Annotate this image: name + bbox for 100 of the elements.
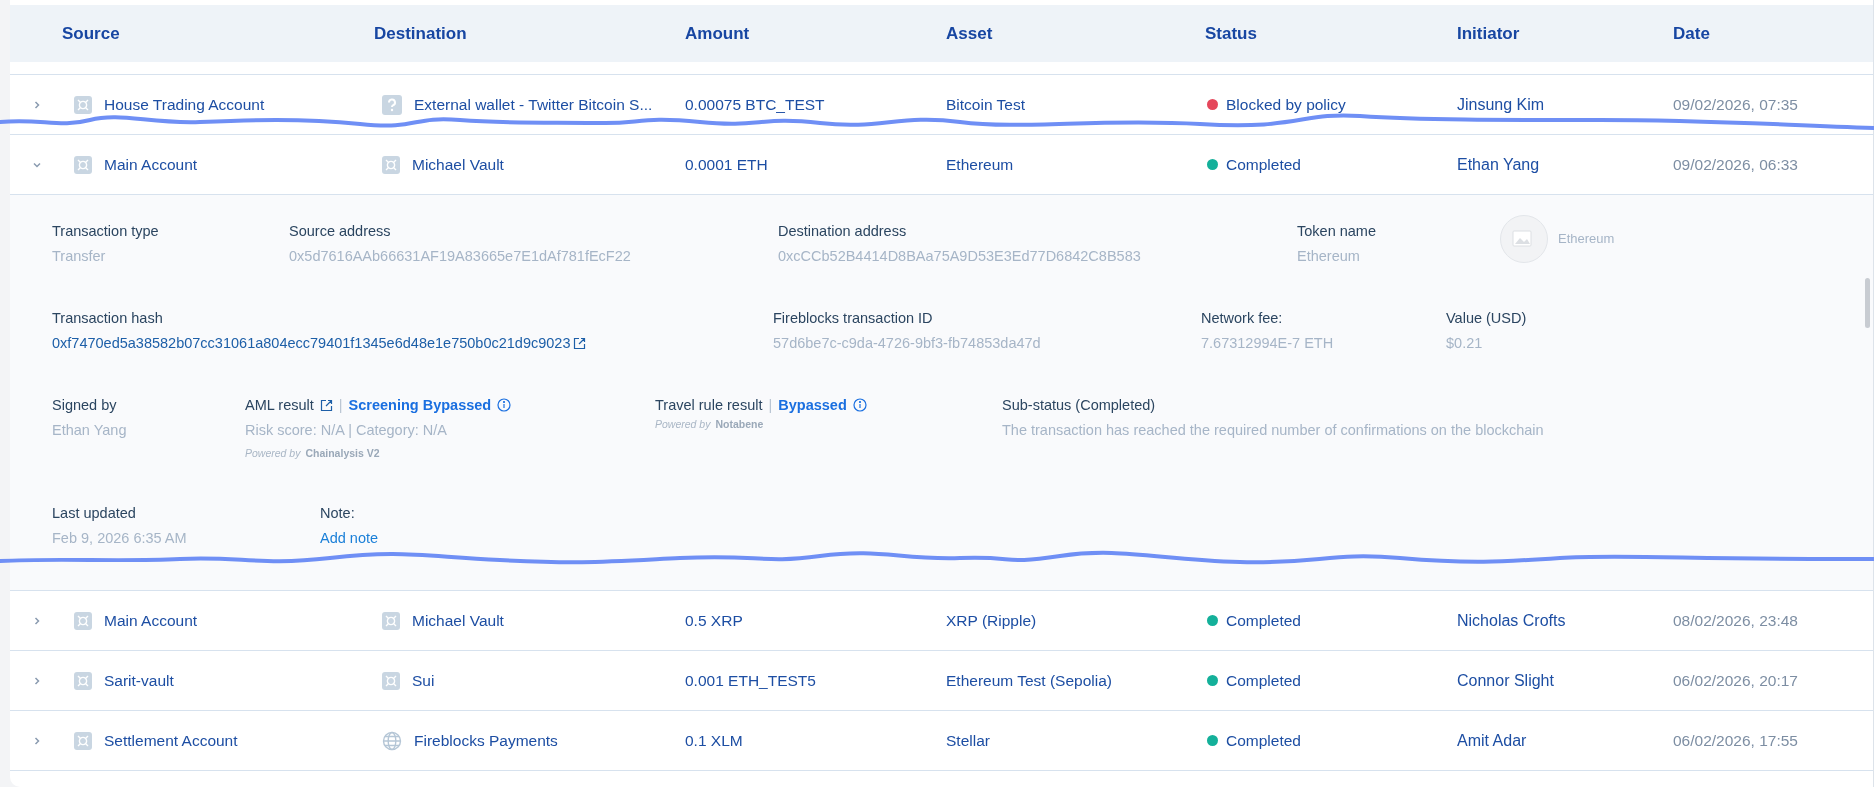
field-value: 57d6be7c-c9da-4726-9bf3-fb74853da47d: [773, 335, 1042, 351]
table-cell: Sui: [412, 671, 435, 690]
table-cell: Main Account: [104, 155, 198, 174]
field-value: Ethereum: [1297, 248, 1361, 264]
field-label: AML result: [245, 397, 314, 413]
vault-icon: [382, 611, 400, 630]
chevron-icon: [32, 735, 42, 746]
table-row[interactable]: Settlement Account Fireblocks Payments 0.1 XLM Stellar Completed Amit Adar 06/02/2026, 17:55: [10, 710, 1873, 770]
table-cell: 0.5 XRP: [685, 611, 743, 630]
info-icon[interactable]: [852, 398, 867, 412]
question-icon: [382, 94, 402, 115]
separator: |: [768, 397, 773, 413]
column-header[interactable]: Amount: [685, 23, 946, 44]
column-header[interactable]: Date: [1673, 23, 1873, 44]
vault-icon: [74, 155, 92, 174]
vault-icon: [382, 671, 400, 690]
table-row[interactable]: Sarit-vault Sui 0.001 ETH_TEST5 Ethereum Test (Sepolia) Completed Connor Slight 06/02/2026, 20:17: [10, 650, 1873, 710]
column-header[interactable]: Status: [1205, 23, 1457, 44]
field-label: Network fee:: [1201, 310, 1284, 326]
table-cell: 06/02/2026, 20:17: [1673, 671, 1798, 690]
vault-icon: [74, 731, 92, 750]
globe-icon: [382, 730, 402, 751]
field-value: 0x5d7616AAb66631AF19A83665e7E1dAf781fEcF22: [289, 248, 632, 264]
provider-name: Chainalysis V2: [305, 447, 380, 459]
table-cell: 0.00075 BTC_TEST: [685, 95, 825, 114]
token-name: Ethereum: [1558, 231, 1615, 246]
field-value: Feb 9, 2026 6:35 AM: [52, 530, 188, 546]
field-label: Source address: [289, 223, 392, 239]
vault-icon: [74, 611, 92, 630]
table-cell: Ethereum Test (Sepolia): [946, 671, 1112, 690]
status-label: Completed: [1226, 611, 1301, 630]
field-label: Fireblocks transaction ID: [773, 310, 934, 326]
column-header[interactable]: Source: [62, 23, 374, 44]
field-value: Ethan Yang: [52, 422, 128, 438]
table-cell: Sarit-vault: [104, 671, 174, 690]
table-cell: Connor Slight: [1457, 671, 1554, 690]
result-link[interactable]: Screening Bypassed: [348, 397, 492, 413]
table-cell: 09/02/2026, 06:33: [1673, 155, 1798, 174]
table-cell: 0.0001 ETH: [685, 155, 768, 174]
column-header[interactable]: Initiator: [1457, 23, 1673, 44]
table-cell: House Trading Account: [104, 95, 265, 114]
field-label: Value (USD): [1446, 310, 1528, 326]
table-cell: XRP (Ripple): [946, 611, 1037, 630]
table-cell: Fireblocks Payments: [414, 731, 558, 750]
status-label: Completed: [1226, 671, 1301, 690]
field-value: 0xcCCb52B4414D8BAa75A9D53E3Ed77D6842C8B583: [778, 248, 1142, 264]
status-label: Completed: [1226, 731, 1301, 750]
field-label: Sub-status (Completed): [1002, 397, 1157, 413]
table-cell: Settlement Account: [104, 731, 238, 750]
hash-link[interactable]: 0xf7470ed5a38582b07cc31061a804ecc79401f1345e6d48e1e750b0c21d9c9023: [52, 335, 571, 351]
table-cell: Bitcoin Test: [946, 95, 1025, 114]
separator: |: [338, 397, 343, 413]
table-cell: 06/02/2026, 17:55: [1673, 731, 1798, 750]
vault-icon: [74, 95, 92, 114]
table-row[interactable]: Main Account Michael Vault 0.5 XRP XRP (Ripple) Completed Nicholas Crofts 08/02/2026, 23:48: [10, 590, 1873, 650]
info-icon[interactable]: [497, 398, 512, 412]
field-value: The transaction has reached the required number of confirmations on the blockchain: [1002, 422, 1545, 438]
table-cell: 0.001 ETH_TEST5: [685, 671, 816, 690]
column-header[interactable]: Destination: [374, 23, 685, 44]
field-label: Last updated: [52, 505, 137, 521]
table-cell: Main Account: [104, 611, 198, 630]
table-cell: 0.1 XLM: [685, 731, 743, 750]
chevron-icon: [32, 675, 42, 686]
add-note-link[interactable]: Add note: [320, 530, 520, 546]
table-cell: Nicholas Crofts: [1457, 611, 1566, 630]
vault-icon: [74, 671, 92, 690]
provider-name: Notabene: [715, 418, 764, 430]
table-cell: Stellar: [946, 731, 990, 750]
field-value: Transfer: [52, 248, 107, 264]
table-cell: Jinsung Kim: [1457, 95, 1545, 114]
table-row[interactable]: House Trading Account External wallet - Twitter Bitcoin S... 0.00075 BTC_TEST Bitcoin Test Blocked by policy Jinsung Kim 09/02/2026, 07:35: [10, 74, 1873, 134]
table-cell: Michael Vault: [412, 155, 504, 174]
field-label: Transaction type: [52, 223, 160, 239]
field-label: Destination address: [778, 223, 908, 239]
table-cell: 08/02/2026, 23:48: [1673, 611, 1798, 630]
result-link[interactable]: Bypassed: [778, 397, 847, 413]
table-cell: Amit Adar: [1457, 731, 1527, 750]
status-label: Completed: [1226, 155, 1301, 174]
chevron-icon: [32, 99, 42, 110]
field-value: Risk score: N/A | Category: N/A: [245, 422, 448, 438]
powered-by-text: Powered by: [245, 447, 301, 459]
field-label: Note:: [320, 505, 356, 521]
chevron-icon: [32, 615, 42, 626]
field-value: 7.67312994E-7 ETH: [1201, 335, 1335, 351]
external-link-icon[interactable]: [319, 398, 333, 412]
powered-by-text: Powered by: [655, 418, 711, 430]
table-cell: Michael Vault: [412, 611, 504, 630]
scrollbar-thumb[interactable]: [1865, 278, 1870, 328]
vault-icon: [382, 155, 400, 174]
external-link-icon[interactable]: [573, 336, 587, 350]
table-cell: Ethan Yang: [1457, 155, 1540, 174]
table-cell: External wallet - Twitter Bitcoin S...: [414, 95, 653, 114]
field-label: Transaction hash: [52, 310, 164, 326]
table-cell: Ethereum: [946, 155, 1014, 174]
field-label: Token name: [1297, 223, 1377, 239]
field-label: Travel rule result: [655, 397, 763, 413]
table-cell: 09/02/2026, 07:35: [1673, 95, 1798, 114]
column-header[interactable]: Asset: [946, 23, 1205, 44]
field-value: $0.21: [1446, 335, 1484, 351]
field-label: Signed by: [52, 397, 118, 413]
